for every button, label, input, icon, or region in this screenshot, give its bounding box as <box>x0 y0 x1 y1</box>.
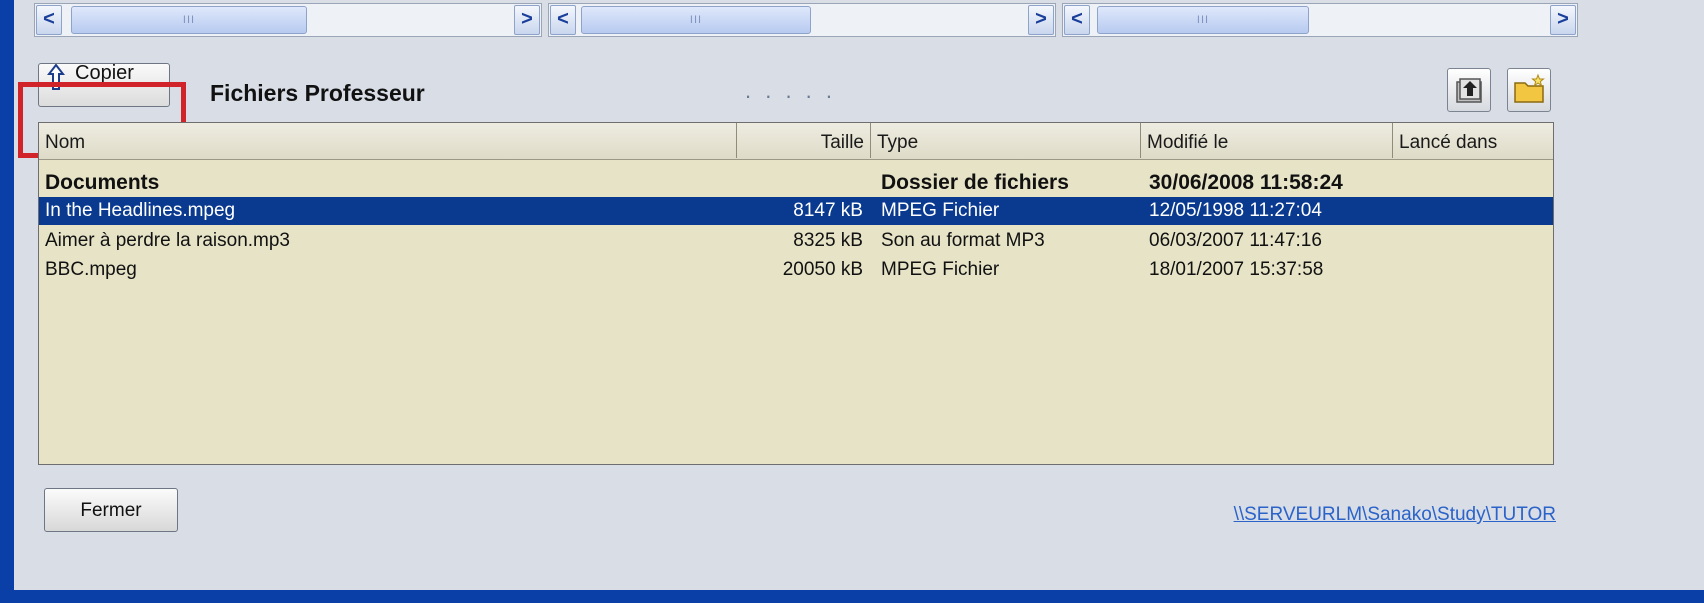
new-folder-button[interactable] <box>1507 68 1551 112</box>
horizontal-scrollbar-1[interactable]: < III > <box>34 3 542 37</box>
scroll-right-icon[interactable]: > <box>514 5 540 35</box>
folder-up-icon <box>1456 78 1482 103</box>
column-header-launched[interactable]: Lancé dans <box>1393 123 1553 158</box>
item-type: MPEG Fichier <box>881 200 1000 221</box>
panel-title: Fichiers Professeur <box>210 80 425 106</box>
column-header-modified[interactable]: Modifié le <box>1141 123 1393 158</box>
scroll-left-icon[interactable]: < <box>550 5 576 35</box>
server-path-link[interactable]: \\SERVEURLM\Sanako\Study\TUTOR <box>1234 504 1556 526</box>
list-item[interactable]: BBC.mpeg 20050 kB MPEG Fichier 18/01/200… <box>39 256 1553 284</box>
item-type: Son au format MP3 <box>881 230 1045 251</box>
list-item-folder[interactable]: Documents Dossier de fichiers 30/06/2008… <box>39 169 1553 197</box>
list-item-selected[interactable]: In the Headlines.mpeg 8147 kB MPEG Fichi… <box>39 197 1553 225</box>
scroll-thumb[interactable]: III <box>581 6 811 34</box>
scroll-left-icon[interactable]: < <box>36 5 62 35</box>
new-folder-icon <box>1514 73 1545 103</box>
list-item[interactable]: Aimer à perdre la raison.mp3 8325 kB Son… <box>39 227 1553 255</box>
item-modified: 30/06/2008 11:58:24 <box>1149 171 1343 194</box>
item-name: BBC.mpeg <box>45 259 137 280</box>
item-size: 8325 kB <box>793 230 863 251</box>
file-list[interactable]: Nom Taille Type Modifié le Lancé dans Do… <box>38 122 1554 465</box>
splitter-grip[interactable]: . . . . . <box>745 78 836 104</box>
horizontal-scrollbar-2[interactable]: < III > <box>548 3 1056 37</box>
item-name: Aimer à perdre la raison.mp3 <box>45 230 290 251</box>
list-header: Nom Taille Type Modifié le Lancé dans <box>39 123 1553 160</box>
item-type: MPEG Fichier <box>881 259 1000 280</box>
column-header-name[interactable]: Nom <box>39 123 737 158</box>
scroll-right-icon[interactable]: > <box>1550 5 1576 35</box>
top-scroll-strip: < III > < III > < III > <box>22 3 1680 39</box>
item-modified: 18/01/2007 15:37:58 <box>1149 259 1324 280</box>
item-name: In the Headlines.mpeg <box>45 200 236 221</box>
scroll-left-icon[interactable]: < <box>1064 5 1090 35</box>
scroll-right-icon[interactable]: > <box>1028 5 1054 35</box>
horizontal-scrollbar-3[interactable]: < III > <box>1062 3 1578 37</box>
column-header-type[interactable]: Type <box>871 123 1141 158</box>
up-folder-button[interactable] <box>1447 68 1491 112</box>
scroll-thumb[interactable]: III <box>71 6 307 34</box>
column-header-size[interactable]: Taille <box>737 123 871 158</box>
scroll-thumb[interactable]: III <box>1097 6 1309 34</box>
item-size: 20050 kB <box>782 259 863 280</box>
item-modified: 12/05/1998 11:27:04 <box>1149 200 1322 221</box>
close-button[interactable]: Fermer <box>44 488 178 532</box>
item-modified: 06/03/2007 11:47:16 <box>1149 230 1322 251</box>
item-name: Documents <box>45 171 160 194</box>
item-type: Dossier de fichiers <box>881 171 1069 194</box>
item-size: 8147 kB <box>793 200 863 221</box>
